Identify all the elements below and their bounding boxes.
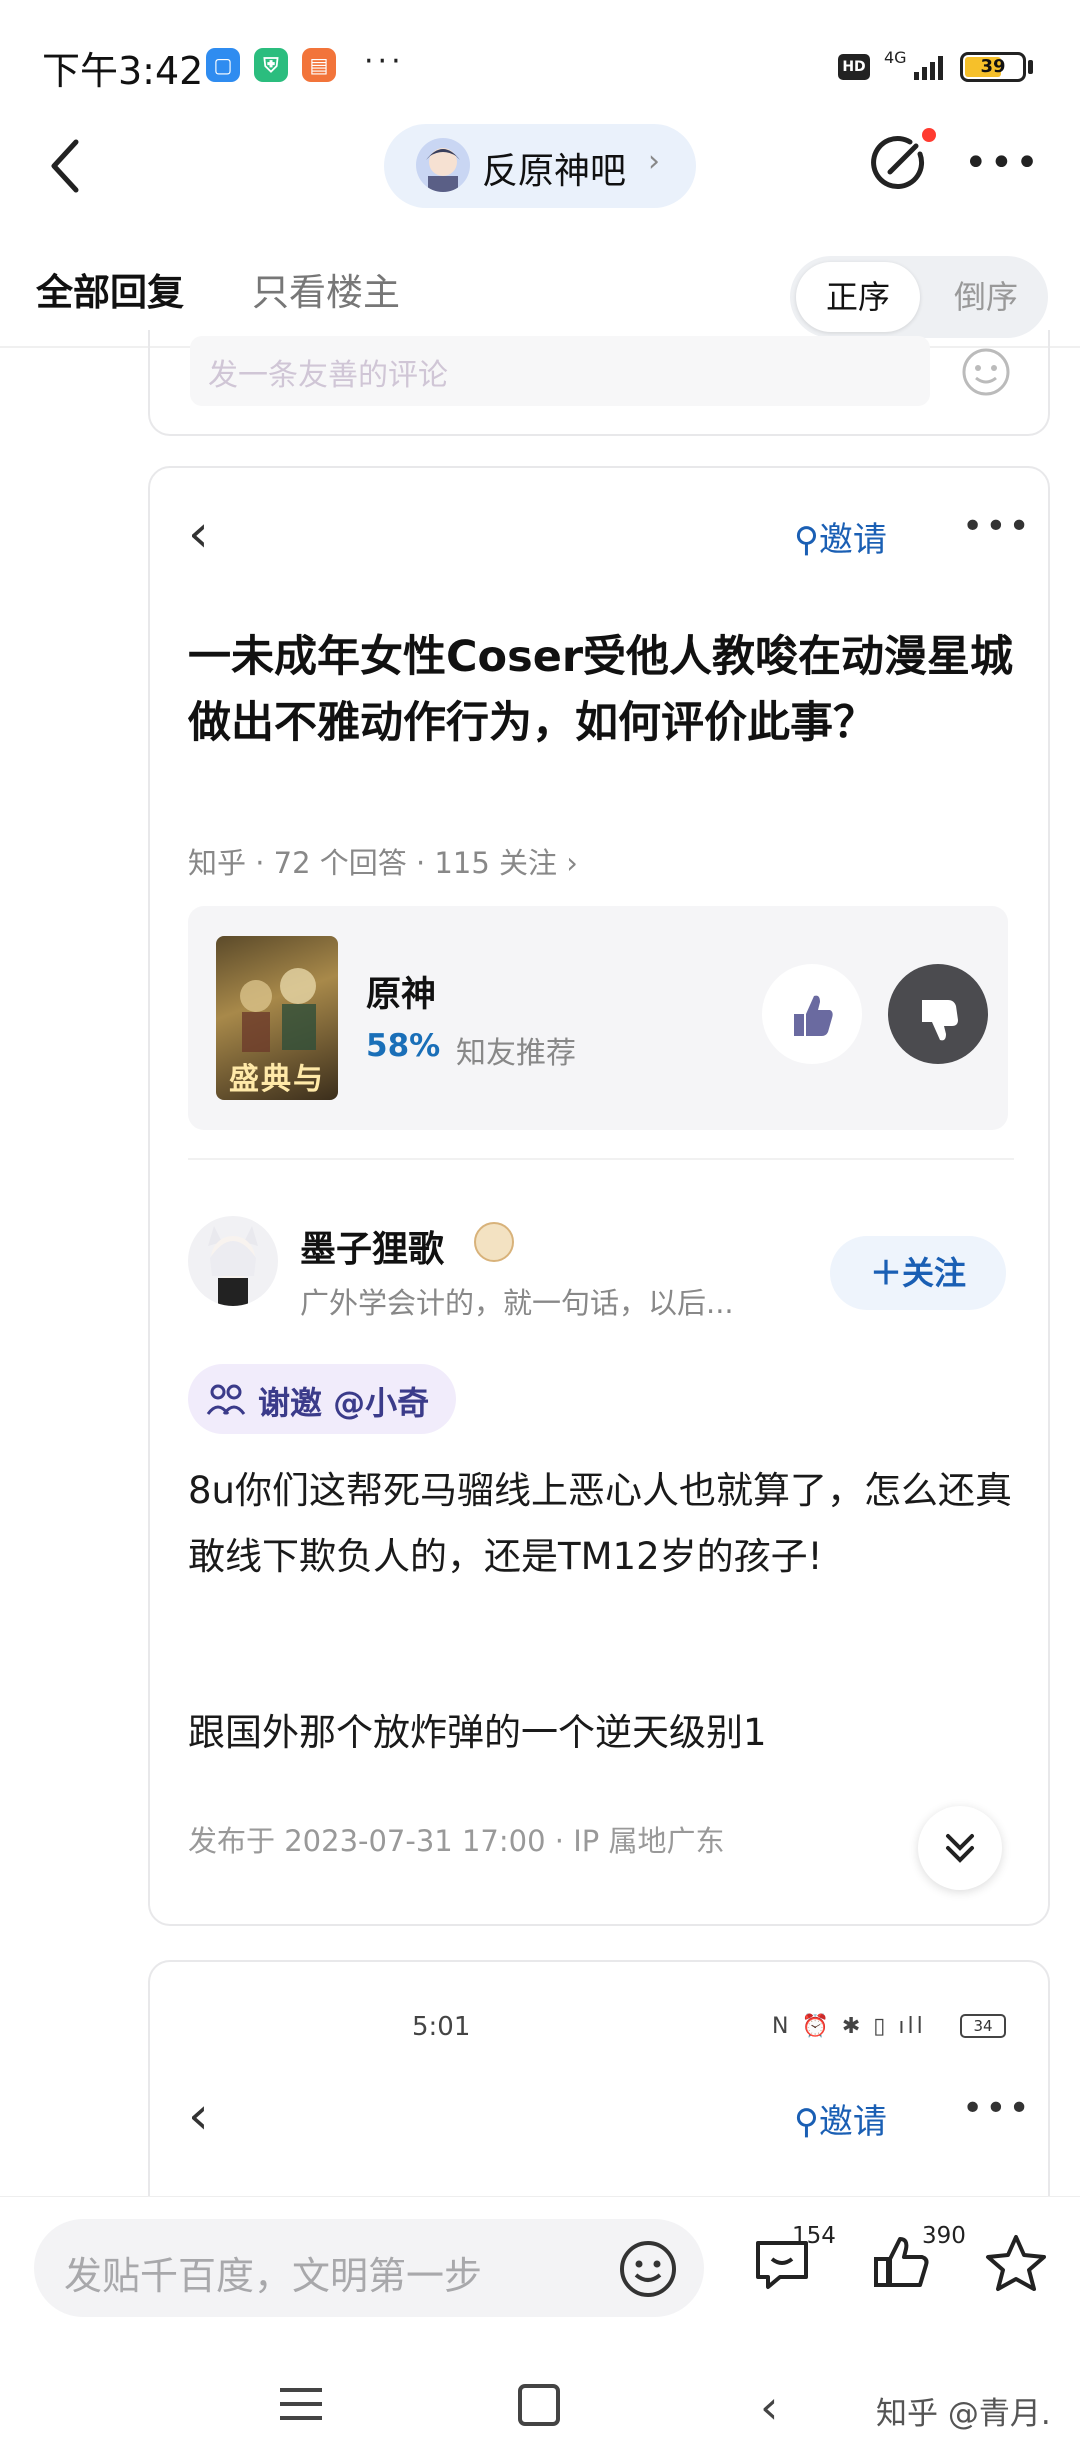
invite-person-icon: ⚲	[794, 520, 819, 560]
author-name: 墨子狸歌	[300, 1229, 445, 1270]
thumb-down-icon	[888, 964, 988, 1064]
tab-all-replies[interactable]: 全部回复	[36, 262, 184, 316]
thanks-invite-tag: 谢邀 @小奇	[188, 1364, 456, 1434]
embedded-zhihu-screenshot: ‹ ⚲邀请 ••• 一未成年女性Coser受他人教唆在动漫星城做出不雅动作行为，…	[148, 466, 1050, 1926]
nav-back-icon[interactable]: ‹	[760, 2380, 778, 2434]
invite-label: 邀请	[818, 2102, 887, 2142]
question-title: 一未成年女性Coser受他人教唆在动漫星城做出不雅动作行为，如何评价此事？	[188, 632, 1014, 748]
author-bio: 广外学会计的，就一句话，以后...	[300, 1286, 734, 1320]
emoji-icon[interactable]	[618, 2239, 678, 2299]
answer-paragraph-2: 跟国外那个放炸弹的一个逆天级别1	[188, 1711, 767, 1754]
app-notification-icon: ▢	[206, 48, 240, 82]
author-avatar	[188, 1216, 278, 1306]
zhihu-invite: ⚲邀请	[794, 512, 887, 561]
sort-order-toggle: 正序 倒序	[790, 256, 1048, 338]
status-time: 下午3:42	[42, 49, 204, 93]
bottom-input-bar: 发贴千百度，文明第一步 154 390	[0, 2196, 1080, 2346]
recommend-percent: 58%	[366, 1028, 441, 1064]
embedded-zhihu-screenshot-2: 5:01 N ⏰ ✱ ▯ ıll 34 ‹ ⚲邀请 •••	[148, 1960, 1050, 2200]
star-icon[interactable]	[984, 2233, 1048, 2293]
game-cover-image: 盛典与慧	[216, 936, 338, 1100]
security-app-icon: ⛨	[254, 48, 288, 82]
recommend-label: 知友推荐	[456, 1036, 576, 1071]
author-badge-icon	[474, 1222, 514, 1262]
embedded-screenshot-top: 发一条友善的评论	[148, 330, 1050, 436]
answer-paragraph-1: 8u你们这帮死马骝线上恶心人也就算了，怎么还真敢线下欺负人的，还是TM12岁的孩…	[188, 1469, 1012, 1578]
answer-date: 发布于 2023-07-31 17:00 · IP 属地广东	[188, 1824, 725, 1858]
status-more-icon: ···	[364, 44, 405, 79]
invite-person-icon: ⚲	[794, 2102, 819, 2142]
double-chevron-down-icon	[946, 1834, 974, 1863]
menu-icon[interactable]	[280, 2386, 322, 2422]
comment-count: 154	[792, 2223, 836, 2249]
game-recommendation-box: 盛典与慧 原神 58% 知友推荐	[188, 906, 1008, 1130]
comment-placeholder: 发一条友善的评论	[208, 358, 448, 393]
zhihu-more-icon: •••	[962, 506, 1032, 547]
like-count: 390	[922, 2223, 966, 2249]
shopping-app-icon: ▤	[302, 48, 336, 82]
follow-button: ＋关注	[830, 1236, 1006, 1310]
tab-op-only[interactable]: 只看楼主	[252, 262, 400, 316]
emoji-icon	[962, 348, 1010, 396]
collapse-button	[918, 1806, 1002, 1890]
post-input[interactable]: 发贴千百度，文明第一步	[34, 2219, 704, 2317]
zhihu-invite: ⚲邀请	[794, 2094, 887, 2143]
game-name: 原神	[366, 975, 437, 1015]
watermark: 知乎 @青月.	[876, 2396, 1051, 2432]
inner-status-time: 5:01	[412, 2012, 471, 2042]
back-arrow-icon[interactable]	[40, 130, 90, 200]
chevron-right-icon: ›	[648, 144, 660, 179]
forum-avatar	[416, 138, 470, 192]
cover-text: 盛典与慧	[229, 1062, 325, 1097]
inner-battery: 34	[960, 2014, 1006, 2038]
system-nav-bar: ‹ 知乎 @青月.	[0, 2346, 1080, 2460]
question-meta: 知乎 · 72 个回答 · 115 关注 ›	[188, 846, 578, 880]
forum-name: 反原神吧	[482, 151, 627, 192]
notification-dot	[922, 128, 936, 142]
more-menu-icon[interactable]: •••	[964, 140, 1041, 186]
sort-descending-button[interactable]: 倒序	[930, 262, 1042, 332]
zhihu-back-icon: ‹	[188, 2086, 209, 2146]
home-icon[interactable]	[518, 2384, 560, 2426]
invite-label: 邀请	[818, 520, 887, 560]
battery-percent: 39	[980, 56, 1006, 77]
edit-post-icon[interactable]	[866, 132, 930, 196]
status-bar: 下午3:42 ▢ ⛨ ▤ ··· HD 4G 39	[0, 0, 1080, 130]
divider	[188, 1158, 1014, 1160]
battery-tip	[1028, 60, 1033, 74]
comment-input-image: 发一条友善的评论	[190, 336, 930, 406]
hd-badge: HD	[838, 54, 870, 80]
thanks-text: 谢邀 @小奇	[258, 1384, 430, 1422]
zhihu-back-icon: ‹	[188, 504, 209, 564]
people-icon	[206, 1384, 246, 1415]
battery-icon: 39	[960, 52, 1026, 82]
forum-pill[interactable]: 反原神吧 ›	[384, 124, 696, 208]
zhihu-more-icon: •••	[962, 2088, 1032, 2129]
inner-status-icons: N ⏰ ✱ ▯ ıll	[772, 2014, 926, 2039]
post-input-placeholder: 发贴千百度，文明第一步	[64, 2254, 483, 2298]
signal-icon	[914, 56, 943, 80]
thumb-up-icon	[762, 964, 862, 1064]
sort-ascending-button[interactable]: 正序	[796, 262, 920, 332]
